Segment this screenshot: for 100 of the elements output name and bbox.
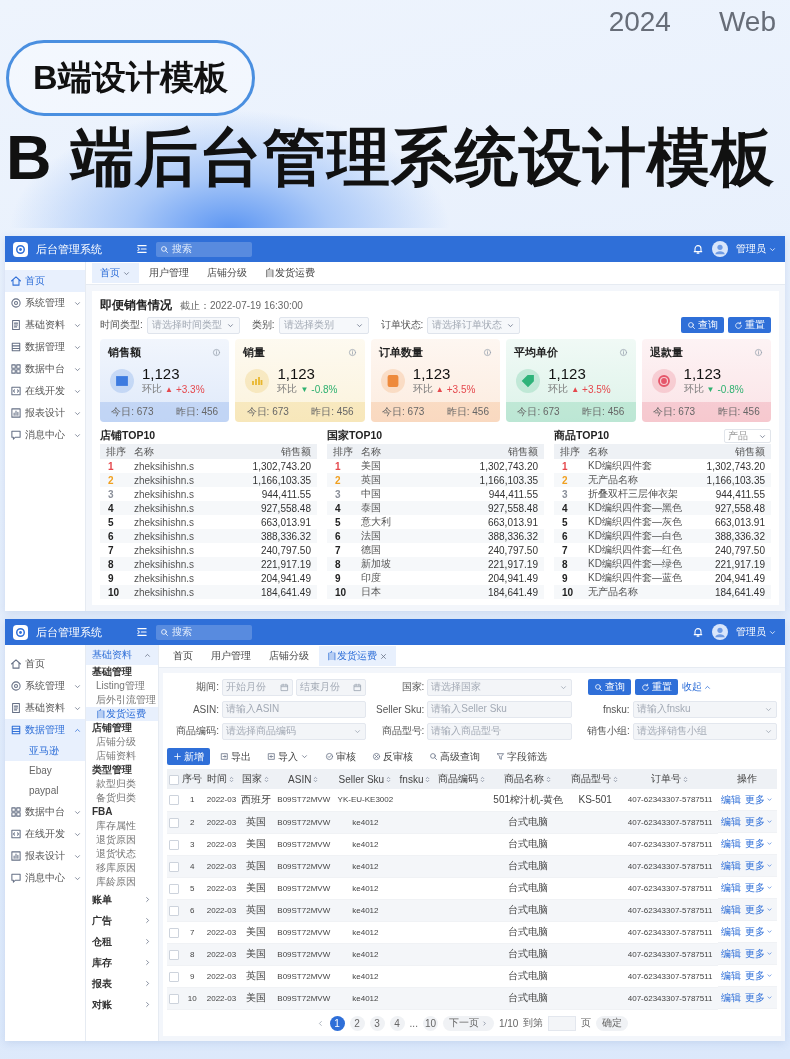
checkbox[interactable]: [168, 927, 179, 938]
info-icon[interactable]: [212, 348, 222, 357]
edit-link[interactable]: 编辑: [721, 924, 742, 939]
submenu-section[interactable]: 对账: [86, 994, 158, 1015]
sort-icon[interactable]: [682, 775, 690, 783]
next-page-button[interactable]: 下一页: [442, 1015, 494, 1031]
tab[interactable]: 用户管理: [141, 263, 197, 283]
avatar-icon[interactable]: [712, 624, 728, 640]
sort-icon[interactable]: [545, 775, 553, 783]
more-link[interactable]: 更多: [745, 792, 774, 807]
reset-button[interactable]: 重置: [634, 679, 678, 695]
edit-link[interactable]: 编辑: [721, 880, 742, 895]
more-link[interactable]: 更多: [745, 924, 774, 939]
edit-link[interactable]: 编辑: [721, 990, 742, 1005]
submenu-item[interactable]: 款型归类: [86, 777, 158, 791]
more-link[interactable]: 更多: [745, 880, 774, 895]
sidebar-item[interactable]: 首页: [5, 270, 85, 292]
submenu-header[interactable]: 基础资料: [86, 645, 158, 665]
more-link[interactable]: 更多: [745, 946, 774, 961]
edit-link[interactable]: 编辑: [721, 792, 742, 807]
checkbox[interactable]: [168, 949, 179, 960]
bell-icon[interactable]: [692, 243, 704, 255]
page-input[interactable]: [548, 1015, 577, 1031]
sidebar-subitem[interactable]: 亚马逊: [5, 741, 85, 761]
submenu-item[interactable]: 库龄原因: [86, 875, 158, 889]
tab[interactable]: 首页: [165, 646, 201, 666]
page-button[interactable]: 1: [329, 1015, 345, 1031]
category-select[interactable]: 产品: [724, 429, 771, 443]
sidebar-item[interactable]: 系统管理: [5, 292, 85, 314]
sidebar-item[interactable]: 在线开发: [5, 380, 85, 402]
edit-link[interactable]: 编辑: [721, 946, 742, 961]
checkbox[interactable]: [168, 883, 179, 894]
sort-icon[interactable]: [263, 775, 271, 783]
query-button[interactable]: 高级查询: [423, 748, 486, 765]
more-link[interactable]: 更多: [745, 858, 774, 873]
close-icon[interactable]: [379, 651, 388, 661]
checkbox[interactable]: [168, 905, 179, 916]
edit-link[interactable]: 编辑: [721, 858, 742, 873]
menu-icon[interactable]: [136, 243, 148, 255]
checkbox[interactable]: [168, 795, 179, 806]
add-button[interactable]: 新增: [167, 748, 210, 765]
sidebar-item[interactable]: 消息中心: [5, 424, 85, 446]
import-button[interactable]: 导入: [261, 748, 315, 765]
sidebar-item[interactable]: 在线开发: [5, 823, 85, 845]
sidebar-item[interactable]: 消息中心: [5, 867, 85, 889]
user-menu-button[interactable]: 管理员: [736, 242, 777, 256]
page-button[interactable]: 4: [389, 1015, 405, 1031]
sidebar-subitem[interactable]: Ebay: [5, 761, 85, 781]
info-icon[interactable]: [347, 348, 357, 357]
search-field[interactable]: 搜索: [156, 624, 252, 640]
filter-button[interactable]: 字段筛选: [490, 748, 553, 765]
submenu-item[interactable]: 自发货运费: [86, 707, 158, 721]
tab[interactable]: 店铺分级: [199, 263, 255, 283]
avatar-icon[interactable]: [712, 241, 728, 257]
sidebar-item[interactable]: 首页: [5, 653, 85, 675]
submenu-item[interactable]: 退货状态: [86, 847, 158, 861]
submenu-section[interactable]: 广告: [86, 910, 158, 931]
collapse-link[interactable]: 收起: [681, 680, 712, 694]
sidebar-item[interactable]: 数据管理: [5, 719, 85, 741]
tab[interactable]: 自发货运费: [319, 646, 396, 666]
unapprove-button[interactable]: 反审核: [366, 748, 419, 765]
tab[interactable]: 用户管理: [203, 646, 259, 666]
submenu-item[interactable]: 后外引流管理: [86, 693, 158, 707]
more-link[interactable]: 更多: [745, 814, 774, 829]
sidebar-item[interactable]: 报表设计: [5, 402, 85, 424]
page-button[interactable]: 10: [422, 1015, 438, 1031]
more-link[interactable]: 更多: [745, 968, 774, 983]
sidebar-item[interactable]: 系统管理: [5, 675, 85, 697]
search-button[interactable]: 查询: [681, 317, 724, 333]
page-button[interactable]: 2: [349, 1015, 365, 1031]
sort-icon[interactable]: [612, 775, 620, 783]
sidebar-subitem[interactable]: paypal: [5, 781, 85, 801]
confirm-button[interactable]: 确定: [596, 1015, 629, 1031]
reset-button[interactable]: 重置: [728, 317, 771, 333]
checkbox[interactable]: [168, 817, 179, 828]
user-menu-button[interactable]: 管理员: [736, 625, 777, 639]
more-link[interactable]: 更多: [745, 990, 774, 1005]
sidebar-item[interactable]: 数据中台: [5, 358, 85, 380]
checkbox[interactable]: [168, 839, 179, 850]
submenu-section[interactable]: 仓租: [86, 931, 158, 952]
edit-link[interactable]: 编辑: [721, 902, 742, 917]
checkbox[interactable]: [168, 993, 179, 1004]
more-link[interactable]: 更多: [745, 902, 774, 917]
submenu-section[interactable]: 账单: [86, 889, 158, 910]
sort-icon[interactable]: [385, 775, 393, 783]
export-button[interactable]: 导出: [214, 748, 257, 765]
sort-icon[interactable]: [312, 775, 320, 783]
approve-button[interactable]: 审核: [319, 748, 362, 765]
more-link[interactable]: 更多: [745, 836, 774, 851]
checkbox[interactable]: [168, 774, 179, 785]
sidebar-item[interactable]: 数据管理: [5, 336, 85, 358]
submenu-item[interactable]: 店铺资料: [86, 749, 158, 763]
search-button[interactable]: 查询: [587, 679, 631, 695]
submenu-section[interactable]: 报表: [86, 973, 158, 994]
submenu-section[interactable]: 库存: [86, 952, 158, 973]
sidebar-item[interactable]: 基础资料: [5, 314, 85, 336]
tab[interactable]: 店铺分级: [261, 646, 317, 666]
page-button[interactable]: 3: [369, 1015, 385, 1031]
submenu-item[interactable]: Listing管理: [86, 679, 158, 693]
sidebar-item[interactable]: 报表设计: [5, 845, 85, 867]
